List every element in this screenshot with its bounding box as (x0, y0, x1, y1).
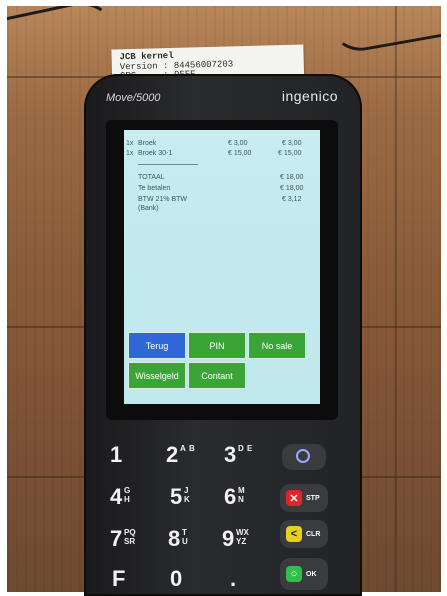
key-1[interactable]: 1 (110, 442, 122, 468)
summary-label: BTW 21% BTW (138, 196, 188, 203)
contant-button[interactable]: Contant (188, 362, 246, 389)
item-qty: 1x (126, 140, 134, 147)
wisselgeld-button[interactable]: Wisselgeld (128, 362, 186, 389)
item-total: € 15,00 (278, 150, 302, 157)
clear-label: CLR (306, 530, 321, 538)
key-letters: YZ (236, 537, 247, 546)
key-3[interactable]: 3 D E (224, 442, 252, 468)
key-letters: A (180, 444, 186, 453)
line-item: 1x Broek € 3,00 € 3,00 (124, 140, 320, 149)
card-reader-button[interactable] (282, 444, 326, 470)
item-total: € 3,00 (282, 140, 302, 147)
stop-button[interactable]: ✕ STP (280, 484, 328, 512)
key-letters: B (189, 444, 195, 453)
item-name: Broek 30-1 (138, 150, 173, 157)
key-letters: H (124, 495, 130, 504)
summary-label: Te betalen (138, 185, 171, 192)
clear-icon: < (286, 526, 302, 542)
summary-value: € 18,00 (280, 185, 304, 192)
key-letters: SR (124, 537, 136, 546)
ok-button[interactable]: ○ OK (280, 558, 328, 590)
key-digit: 1 (110, 442, 123, 467)
key-digit: 8 (168, 526, 181, 551)
divider (138, 164, 198, 165)
screen-bezel: 1x Broek € 3,00 € 3,00 1x Broek 30-1 € 1… (106, 120, 338, 420)
key-0[interactable]: 0 (170, 566, 182, 592)
key-8[interactable]: 8 T U (168, 526, 188, 552)
key-letters: G (124, 486, 131, 495)
key-2[interactable]: 2 A B (166, 442, 195, 468)
payment-terminal: Move/5000 ingenico 1x Broek € 3,00 € 3,0… (84, 74, 362, 596)
key-letters: M (238, 486, 245, 495)
key-9[interactable]: 9 WX YZ (222, 526, 249, 552)
key-digit: . (230, 566, 237, 591)
summary-row: (Bank) (124, 205, 320, 214)
key-digit: 9 (222, 526, 235, 551)
key-letters: N (238, 495, 244, 504)
display-screen: 1x Broek € 3,00 € 3,00 1x Broek 30-1 € 1… (124, 130, 320, 404)
summary-row: Te betalen € 18,00 (124, 185, 320, 194)
key-letters: E (247, 444, 253, 453)
stop-label: STP (306, 494, 320, 502)
key-5[interactable]: 5 J K (170, 484, 190, 510)
summary-label: (Bank) (138, 205, 159, 212)
model-label: Move/5000 (106, 92, 161, 104)
stop-icon: ✕ (286, 490, 302, 506)
key-7[interactable]: 7 PQ SR (110, 526, 136, 552)
key-digit: 2 (166, 442, 179, 467)
brand-logo: ingenico (281, 88, 338, 104)
key-digit: 5 (170, 484, 183, 509)
cable (322, 6, 441, 56)
summary-value: € 18,00 (280, 174, 304, 181)
item-unit-price: € 15,00 (228, 150, 252, 157)
summary-value: € 3,12 (282, 196, 302, 203)
key-digit: 6 (224, 484, 237, 509)
ok-icon: ○ (286, 566, 302, 582)
key-letters: U (182, 537, 188, 546)
item-name: Broek (138, 140, 157, 147)
key-4[interactable]: 4 G H (110, 484, 130, 510)
key-digit: 7 (110, 526, 123, 551)
key-digit: 0 (170, 566, 183, 591)
summary-label: TOTAAL (138, 174, 165, 181)
key-digit: 3 (224, 442, 237, 467)
pin-button[interactable]: PIN (188, 332, 246, 359)
item-qty: 1x (126, 150, 134, 157)
key-letters: WX (236, 528, 249, 537)
clear-button[interactable]: < CLR (280, 520, 328, 548)
key-dot[interactable]: . (230, 566, 236, 592)
key-letters: PQ (124, 528, 136, 537)
key-digit: F (112, 566, 126, 591)
card-reader-icon (296, 449, 310, 463)
key-f[interactable]: F (112, 566, 125, 592)
key-digit: 4 (110, 484, 123, 509)
line-item: 1x Broek 30-1 € 15,00 € 15,00 (124, 150, 320, 159)
key-letters: D (238, 444, 244, 453)
key-letters: T (182, 528, 187, 537)
item-unit-price: € 3,00 (228, 140, 248, 147)
key-6[interactable]: 6 M N (224, 484, 245, 510)
key-letters: J (184, 486, 189, 495)
floor-plank-seam (395, 6, 397, 592)
summary-row: BTW 21% BTW € 3,12 (124, 196, 320, 205)
terug-button[interactable]: Terug (128, 332, 186, 359)
summary-row: TOTAAL € 18,00 (124, 174, 320, 183)
ok-label: OK (306, 570, 317, 578)
key-letters: K (184, 495, 190, 504)
no-sale-button[interactable]: No sale (248, 332, 306, 359)
